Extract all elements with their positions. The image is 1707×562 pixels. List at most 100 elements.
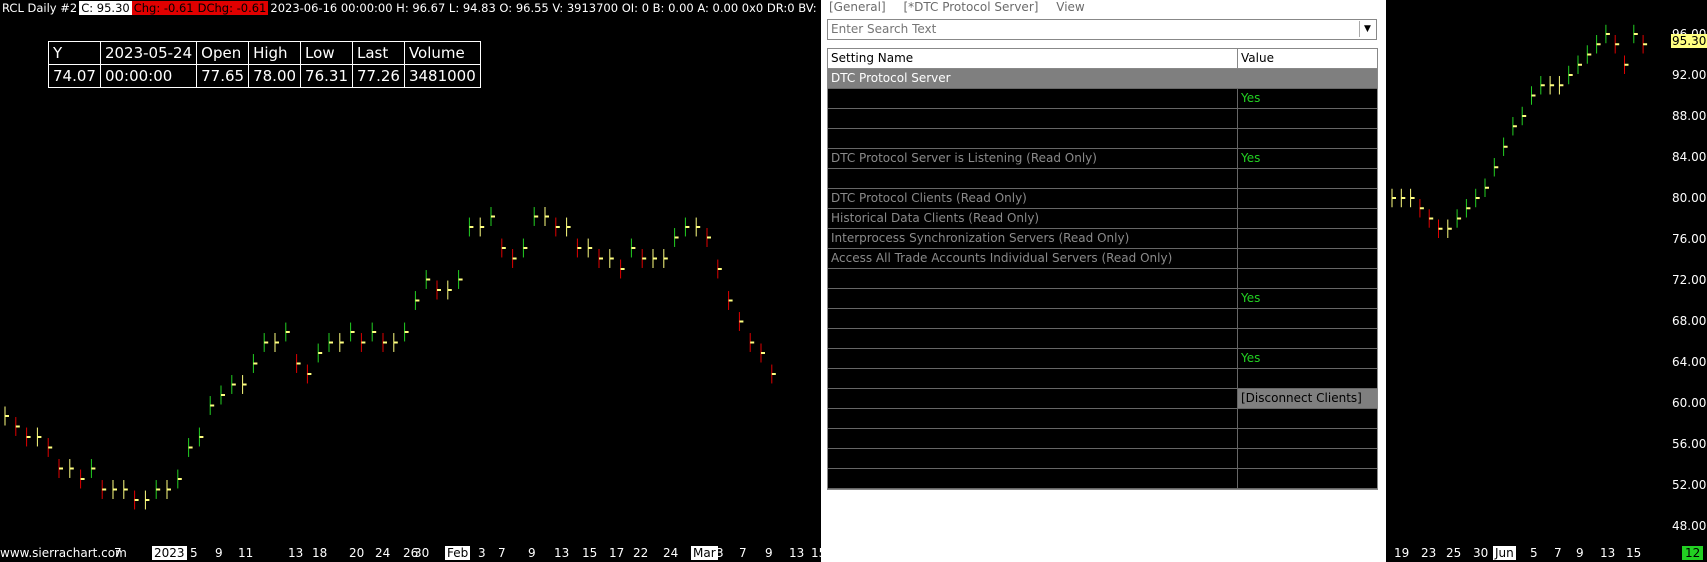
- ohlc-bar: [1475, 188, 1480, 208]
- tab-view[interactable]: View: [1056, 0, 1084, 14]
- x-tick-label: 30: [414, 546, 430, 560]
- ohlc-bar: [242, 375, 247, 394]
- ohlc-bar: [1558, 76, 1564, 95]
- setting-value[interactable]: 0: [1238, 469, 1377, 488]
- setting-row[interactable]: Historical Data Clients (Read Only) 0: [828, 209, 1377, 229]
- x-tick-label: 20: [349, 546, 365, 560]
- x-tick-label: 13: [1600, 546, 1616, 560]
- setting-name: (Button): [828, 389, 1238, 408]
- tab-bar: [General] [*DTC Protocol Server] View: [825, 0, 1382, 16]
- setting-value[interactable]: No: [1238, 269, 1377, 288]
- ohlc-bar: [684, 217, 690, 237]
- setting-value[interactable]: No: [1238, 329, 1377, 348]
- grid-header: Setting Name Value: [828, 49, 1377, 69]
- setting-row[interactable]: Require TLS No: [828, 329, 1377, 349]
- ohlc-bar: [501, 238, 506, 258]
- setting-name: TLS Historical Data Port: [828, 429, 1238, 448]
- setting-name: Listening Port: [828, 129, 1238, 148]
- setting-row[interactable]: TLS Historical Data Port 0: [828, 429, 1377, 449]
- ohlc-bar: [360, 333, 366, 352]
- setting-row[interactable]: Auto Send Security Definition For New Sy…: [828, 269, 1377, 289]
- setting-value[interactable]: Yes: [1238, 89, 1377, 108]
- disconnect-clients-button[interactable]: [Disconnect Clients]: [1238, 389, 1377, 408]
- search-input[interactable]: [828, 20, 1351, 37]
- ohlc-bar: [1400, 188, 1406, 208]
- x-tick-label: 23: [1421, 546, 1437, 560]
- ohlc-bar: [112, 480, 117, 499]
- setting-row[interactable]: Allowed Incoming IPs (List) Local Compute…: [828, 409, 1377, 429]
- y-tick-label: 68.00: [1672, 314, 1707, 328]
- setting-row[interactable]: Encoding (List) Automatic: [828, 369, 1377, 389]
- setting-row[interactable]: Require Authentication No: [828, 309, 1377, 329]
- x-tick-label: 13: [288, 546, 304, 560]
- setting-value[interactable]: Automatic: [1238, 369, 1377, 388]
- price-chart-right[interactable]: 96.0092.0088.0084.0080.0076.0072.0068.00…: [1386, 0, 1707, 562]
- setting-row[interactable]: Listening Port 11111: [828, 129, 1377, 149]
- setting-value[interactable]: Yes: [1238, 149, 1377, 168]
- ohlc-bar: [728, 291, 733, 310]
- ohlc-bar: [414, 291, 420, 310]
- setting-row[interactable]: Automatically use JSON Compact Encoding …: [828, 349, 1377, 369]
- tab-dtc-protocol-server[interactable]: [*DTC Protocol Server]: [903, 0, 1038, 14]
- setting-value[interactable]: No: [1238, 309, 1377, 328]
- ohlc-bar: [1549, 76, 1555, 95]
- group-header[interactable]: DTC Protocol Server: [828, 69, 1377, 89]
- ohlc-bar: [609, 249, 614, 268]
- ohlc-bars-right: [1391, 24, 1648, 238]
- y-tick-label: 80.00: [1672, 191, 1707, 205]
- ohlc-bar: [652, 249, 657, 268]
- setting-value[interactable]: 11110: [1238, 169, 1377, 188]
- settings-rows: Enable DTC Protocol Server Yes Use Delayed…: [828, 89, 1377, 489]
- col-value[interactable]: Value: [1238, 49, 1377, 68]
- ohlc-bar: [274, 333, 279, 352]
- setting-name: Allow Trading: [828, 289, 1238, 308]
- tab-general[interactable]: [General]: [829, 0, 886, 14]
- ohlc-bar: [209, 396, 215, 415]
- setting-value[interactable]: 0: [1238, 429, 1377, 448]
- setting-row[interactable]: Use Delayed Sends No: [828, 109, 1377, 129]
- setting-value[interactable]: 0: [1238, 249, 1377, 268]
- col-setting-name[interactable]: Setting Name: [828, 49, 1238, 68]
- setting-value[interactable]: 0: [1238, 189, 1377, 208]
- setting-row[interactable]: DTC Protocol Clients (Read Only) 0: [828, 189, 1377, 209]
- setting-row[interactable]: Access All Trade Accounts Individual Ser…: [828, 249, 1377, 269]
- ohlc-bar: [4, 406, 9, 426]
- ohlc-bar: [155, 480, 161, 499]
- chevron-down-icon[interactable]: ▼: [1359, 21, 1375, 37]
- y-tick-label: 84.00: [1672, 150, 1707, 164]
- x-tick-label: 5: [190, 546, 198, 560]
- setting-name: Encoding (List): [828, 369, 1238, 388]
- setting-value[interactable]: Yes: [1238, 289, 1377, 308]
- setting-row[interactable]: (Button) [Disconnect Clients]: [828, 389, 1377, 409]
- ohlc-bar: [220, 385, 225, 405]
- setting-row[interactable]: Interprocess Synchronization Servers (Re…: [828, 229, 1377, 249]
- setting-row[interactable]: Historical Data Port 11110: [828, 169, 1377, 189]
- setting-value[interactable]: No: [1238, 449, 1377, 468]
- ohlc-bar: [695, 217, 701, 237]
- setting-value[interactable]: Yes: [1238, 349, 1377, 368]
- setting-value[interactable]: Local Computer Only: [1238, 409, 1377, 428]
- setting-value[interactable]: 11111: [1238, 129, 1377, 148]
- setting-row[interactable]: Network Socket Delayed Send Interval in …: [828, 469, 1377, 489]
- ohlc-bar: [1642, 35, 1648, 54]
- price-chart-left[interactable]: RCL Daily #2 C: 95.30 Chg: -0.61 DChg: -0.6…: [0, 0, 894, 562]
- ohlc-bar: [36, 427, 42, 447]
- setting-name: Interprocess Synchronization Servers (Re…: [828, 229, 1238, 248]
- ohlc-bar: [555, 217, 560, 237]
- x-tick-label: 11: [238, 546, 254, 560]
- setting-row[interactable]: Enable JSON Logging No: [828, 449, 1377, 469]
- setting-row[interactable]: Enable DTC Protocol Server Yes: [828, 89, 1377, 109]
- setting-value[interactable]: 0: [1238, 229, 1377, 248]
- setting-row[interactable]: DTC Protocol Server is Listening (Read O…: [828, 149, 1377, 169]
- ohlc-bar: [231, 375, 236, 394]
- search-box[interactable]: ▼: [827, 19, 1377, 40]
- ohlc-bar: [371, 322, 377, 342]
- ohlc-bar: [1447, 219, 1452, 238]
- setting-value[interactable]: 0: [1238, 209, 1377, 228]
- ohlc-bar: [339, 333, 344, 352]
- ohlc-bars-left: [4, 207, 776, 510]
- setting-row[interactable]: Allow Trading Yes: [828, 289, 1377, 309]
- ohlc-bar: [1419, 199, 1424, 218]
- x-tick-label: 7: [739, 546, 747, 560]
- setting-value[interactable]: No: [1238, 109, 1377, 128]
